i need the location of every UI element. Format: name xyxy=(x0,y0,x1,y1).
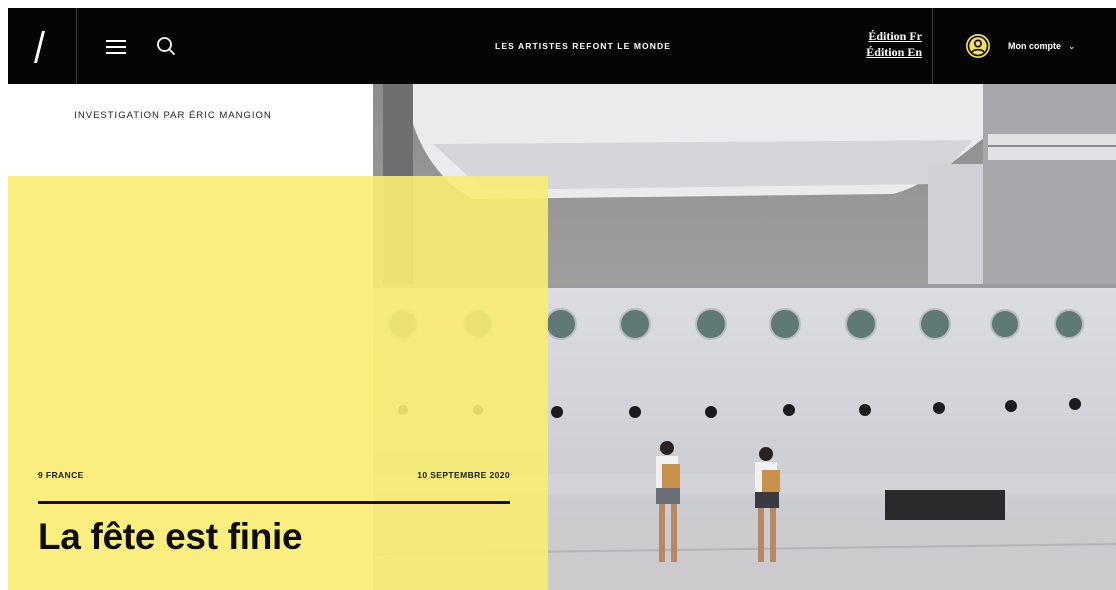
search-icon[interactable] xyxy=(155,35,177,57)
divider-rule xyxy=(38,501,510,504)
page: LES ARTISTES REFONT LE MONDE Édition Fr … xyxy=(0,0,1116,590)
article-date: 10 SEPTEMBRE 2020 xyxy=(417,470,510,480)
account-label: Mon compte xyxy=(1008,41,1061,51)
author-credit: INVESTIGATION PAR ÉRIC MANGION xyxy=(74,110,272,121)
site-logo[interactable] xyxy=(8,8,77,84)
top-navigation-bar: LES ARTISTES REFONT LE MONDE Édition Fr … xyxy=(8,8,1116,84)
chevron-down-icon: ⌄ xyxy=(1068,40,1076,51)
slash-logo-icon xyxy=(34,31,45,63)
article-location: 9 FRANCE xyxy=(38,470,84,480)
article-meta: 9 FRANCE 10 SEPTEMBRE 2020 xyxy=(38,470,510,484)
site-tagline: LES ARTISTES REFONT LE MONDE xyxy=(495,41,671,51)
hamburger-menu-icon[interactable] xyxy=(106,37,128,55)
user-avatar-icon xyxy=(966,34,990,58)
author-credit-box: INVESTIGATION PAR ÉRIC MANGION xyxy=(8,84,373,176)
article-title[interactable]: La fête est finie xyxy=(38,516,303,558)
article-header-panel: 9 FRANCE 10 SEPTEMBRE 2020 La fête est f… xyxy=(8,176,548,590)
edition-fr-link[interactable]: Édition Fr xyxy=(850,28,922,44)
account-menu-button[interactable]: Mon compte ⌄ xyxy=(966,33,1076,59)
header-divider xyxy=(932,8,933,84)
edition-switcher: Édition Fr Édition En xyxy=(850,28,922,60)
edition-en-link[interactable]: Édition En xyxy=(850,44,922,60)
